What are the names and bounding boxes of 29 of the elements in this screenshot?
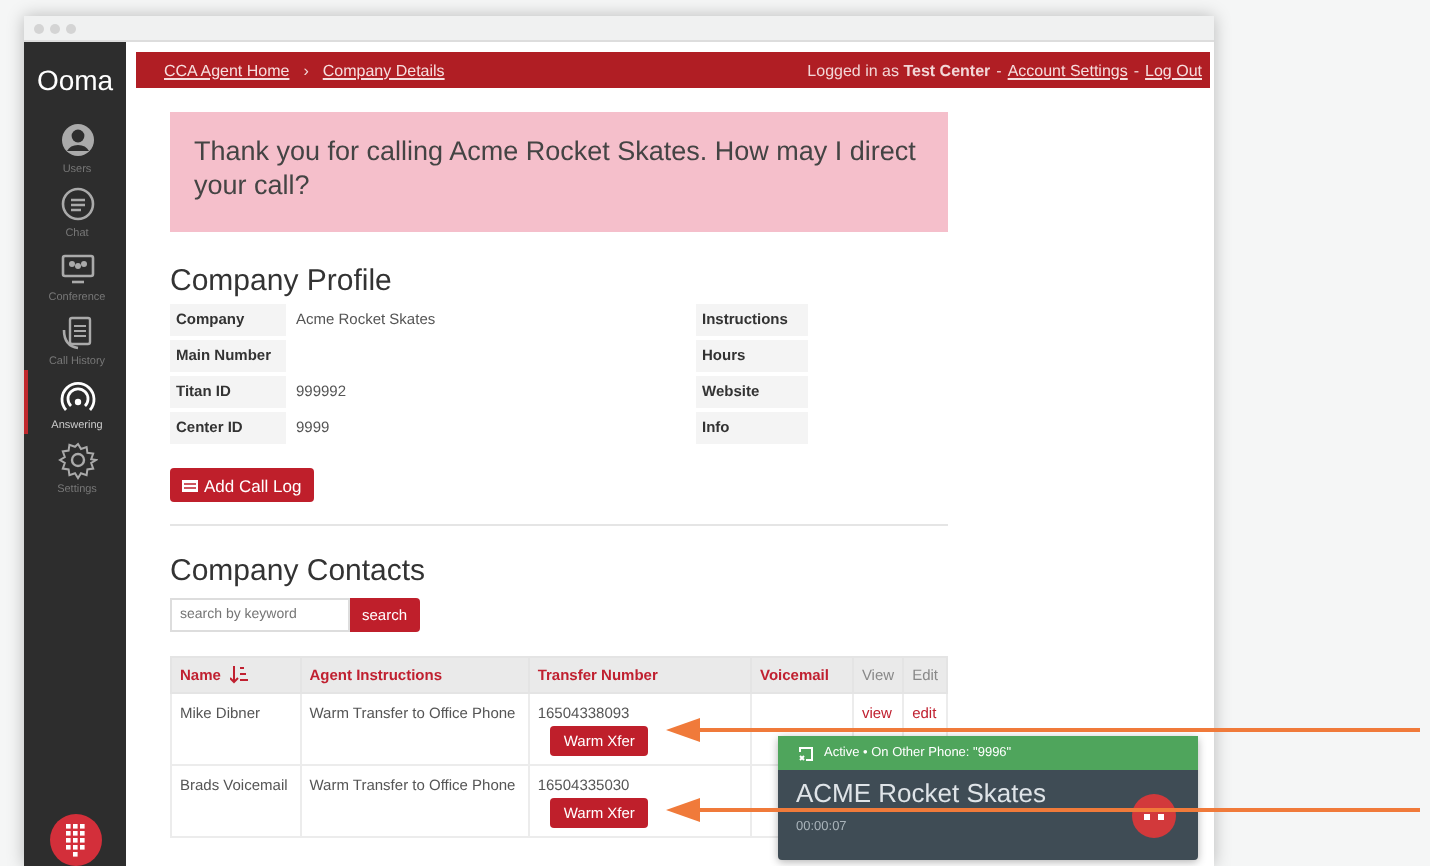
dialpad-icon [66, 823, 86, 857]
settings-icon [57, 440, 97, 480]
caller-name: ACME Rocket Skates [794, 776, 1046, 806]
sort-icon[interactable] [229, 666, 248, 685]
login-text: Logged in as Test Center [807, 61, 991, 79]
breadcrumb-separator: › [303, 61, 309, 79]
window-dot[interactable] [34, 23, 44, 33]
phone-icon [1142, 811, 1166, 821]
document-icon [57, 312, 97, 352]
signal-icon [57, 376, 97, 416]
section-title: Company Profile [170, 264, 394, 298]
window-dot[interactable] [50, 23, 60, 33]
greeting-banner: Thank you for calling Acme Rocket Skates. How may I direct your call? [170, 112, 948, 232]
breadcrumb-link[interactable]: CCA Agent Home [164, 61, 290, 79]
header-link[interactable]: Account Settings [1007, 61, 1128, 79]
section-title: Company Contacts [170, 554, 428, 588]
header-link[interactable]: Log Out [1145, 61, 1202, 79]
dialpad-button[interactable] [50, 814, 102, 866]
transfer-icon [798, 745, 814, 761]
window-dot[interactable] [66, 23, 76, 33]
user-icon [57, 120, 97, 160]
chat-icon [57, 184, 97, 224]
logo: Ooma [36, 64, 114, 96]
add-call-log-button[interactable]: Add Call Log [170, 468, 314, 502]
hang-up-button[interactable] [1132, 794, 1176, 838]
list-icon [182, 479, 198, 491]
breadcrumb-link[interactable]: Company Details [322, 61, 445, 79]
separator-text: - [1133, 61, 1140, 79]
separator-text: - [996, 61, 1002, 79]
